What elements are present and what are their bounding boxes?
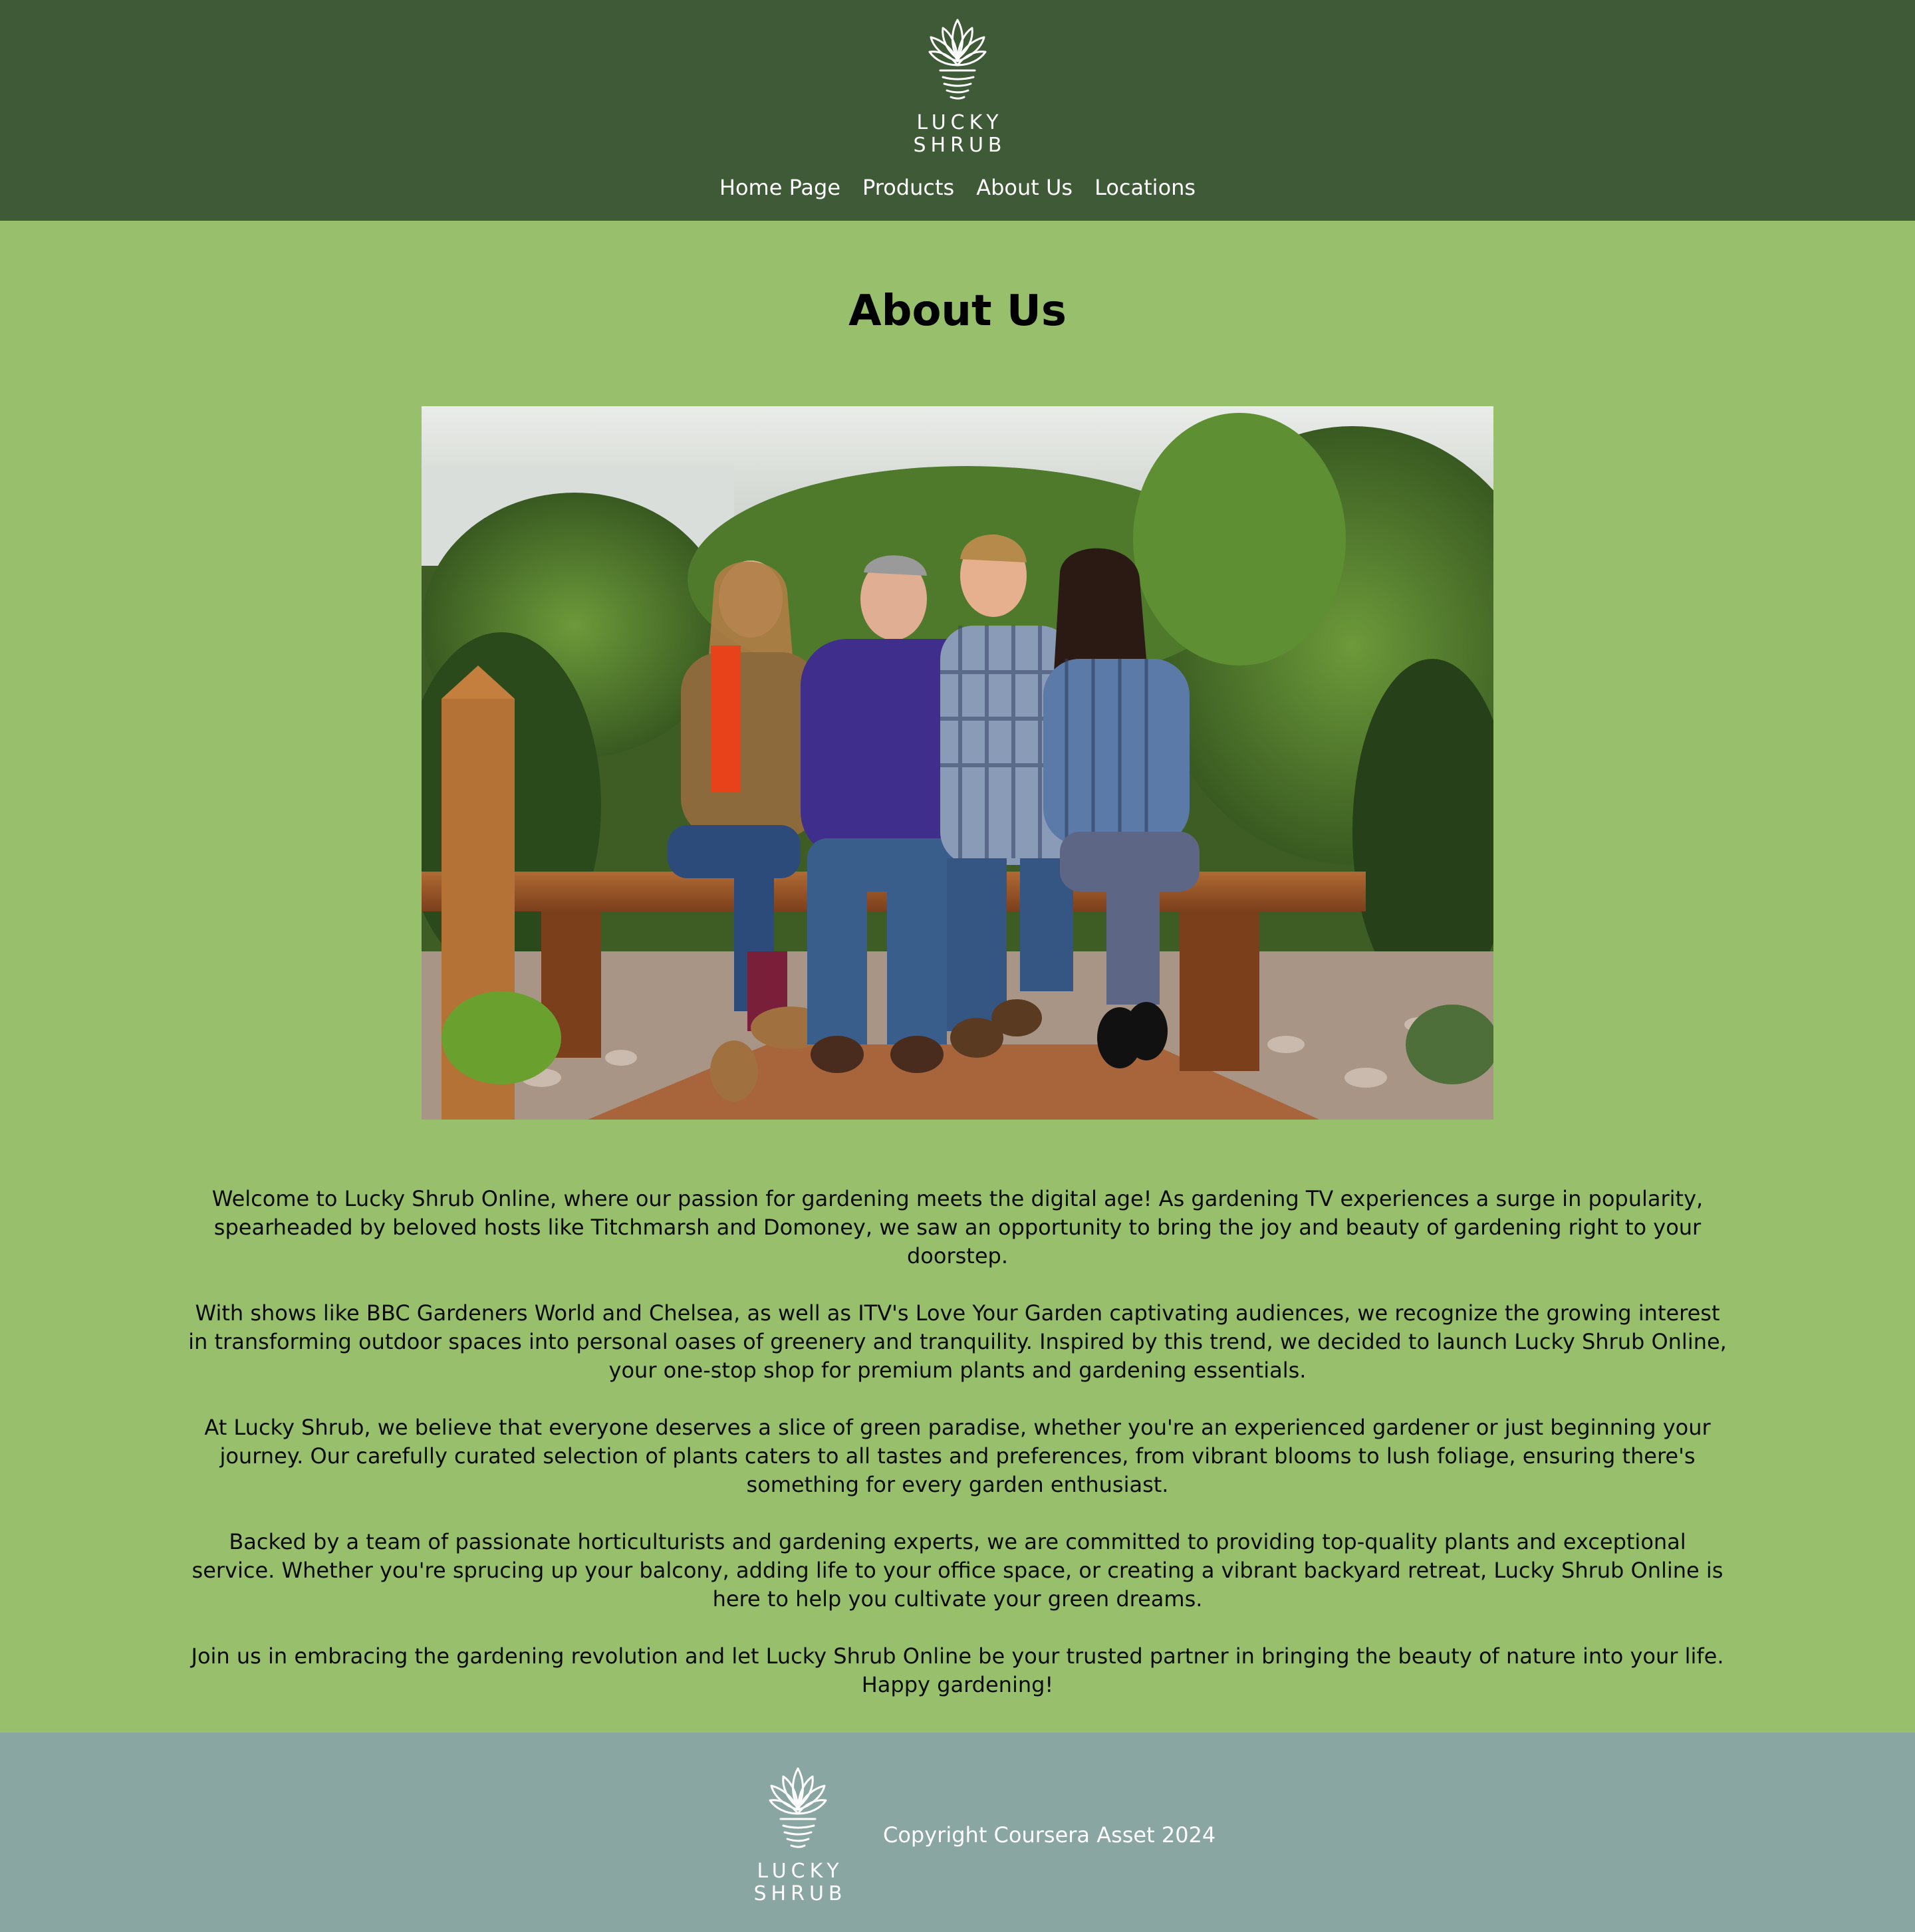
logo-wordmark-line2: SHRUB [753, 1882, 847, 1905]
about-paragraph-1: Welcome to Lucky Shrub Online, where our… [211, 1186, 1704, 1268]
succulent-plant-icon [767, 1766, 829, 1859]
header-logo[interactable]: LUCKY SHRUB [914, 17, 1002, 157]
about-paragraph-5: Join us in embracing the gardening revol… [191, 1643, 1724, 1697]
copyright-text: Copyright Coursera Asset 2024 [883, 1822, 1216, 1848]
nav-link-about-us[interactable]: About Us [976, 168, 1073, 207]
footer-logo[interactable]: LUCKY SHRUB [754, 1766, 842, 1905]
succulent-plant-icon [927, 17, 988, 110]
nav-link-home-page[interactable]: Home Page [719, 168, 840, 207]
site-header: LUCKY SHRUB Home Page Products About Us … [0, 0, 1915, 221]
main-nav: Home Page Products About Us Locations [0, 168, 1915, 207]
about-paragraph-3: At Lucky Shrub, we believe that everyone… [204, 1415, 1711, 1497]
about-paragraph-2: With shows like BBC Gardeners World and … [188, 1300, 1727, 1383]
nav-link-locations[interactable]: Locations [1094, 168, 1196, 207]
team-photo: LONDMAR [422, 406, 1493, 1120]
about-paragraph-4: Backed by a team of passionate horticult… [192, 1529, 1724, 1612]
about-text: Welcome to Lucky Shrub Online, where our… [186, 1185, 1729, 1728]
logo-wordmark-line1: LUCKY [916, 111, 1003, 134]
page-title: About Us [848, 287, 1067, 336]
logo-wordmark-line2: SHRUB [913, 134, 1007, 157]
nav-link-products[interactable]: Products [862, 168, 954, 207]
logo-wordmark-line1: LUCKY [757, 1860, 844, 1883]
site-footer: LUCKY SHRUB Copyright Coursera Asset 202… [0, 1733, 1915, 1932]
